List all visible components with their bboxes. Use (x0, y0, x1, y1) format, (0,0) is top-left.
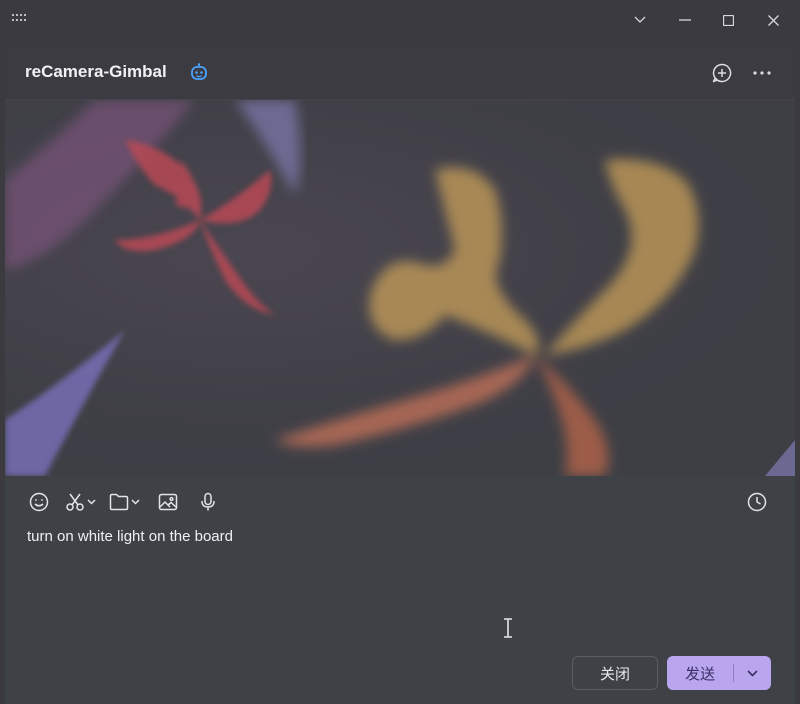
chat-header: reCamera-Gimbal (5, 44, 795, 100)
message-input[interactable]: turn on white light on the board (27, 528, 767, 638)
message-area (5, 100, 795, 476)
chevron-down-icon[interactable] (131, 499, 140, 505)
text-cursor-icon (504, 618, 512, 638)
scissors-icon[interactable] (65, 490, 96, 514)
window-titlebar (0, 0, 800, 42)
microphone-icon[interactable] (200, 490, 216, 514)
chat-panel: reCamera-Gimbal turn on white light on t… (5, 44, 795, 704)
more-icon[interactable] (749, 60, 775, 86)
maximize-icon[interactable] (710, 4, 746, 36)
close-button[interactable]: 关闭 (572, 656, 658, 690)
chevron-down-icon[interactable] (87, 499, 96, 505)
composer: turn on white light on the board 关闭 发送 (5, 476, 795, 704)
send-options-icon[interactable] (734, 656, 770, 690)
chevron-down-icon[interactable] (622, 4, 658, 36)
send-button[interactable]: 发送 (667, 656, 771, 690)
folder-icon[interactable] (109, 490, 140, 514)
minimize-icon[interactable] (667, 4, 703, 36)
wallpaper-pattern (5, 100, 795, 476)
image-icon[interactable] (158, 490, 178, 514)
add-chat-icon[interactable] (709, 60, 735, 86)
grip-icon[interactable] (12, 14, 30, 26)
send-button-label: 发送 (684, 665, 715, 683)
history-icon[interactable] (747, 490, 767, 514)
emoji-icon[interactable] (29, 490, 49, 514)
close-icon[interactable] (755, 4, 791, 36)
chat-title: reCamera-Gimbal (25, 62, 167, 81)
bot-icon (191, 63, 207, 80)
